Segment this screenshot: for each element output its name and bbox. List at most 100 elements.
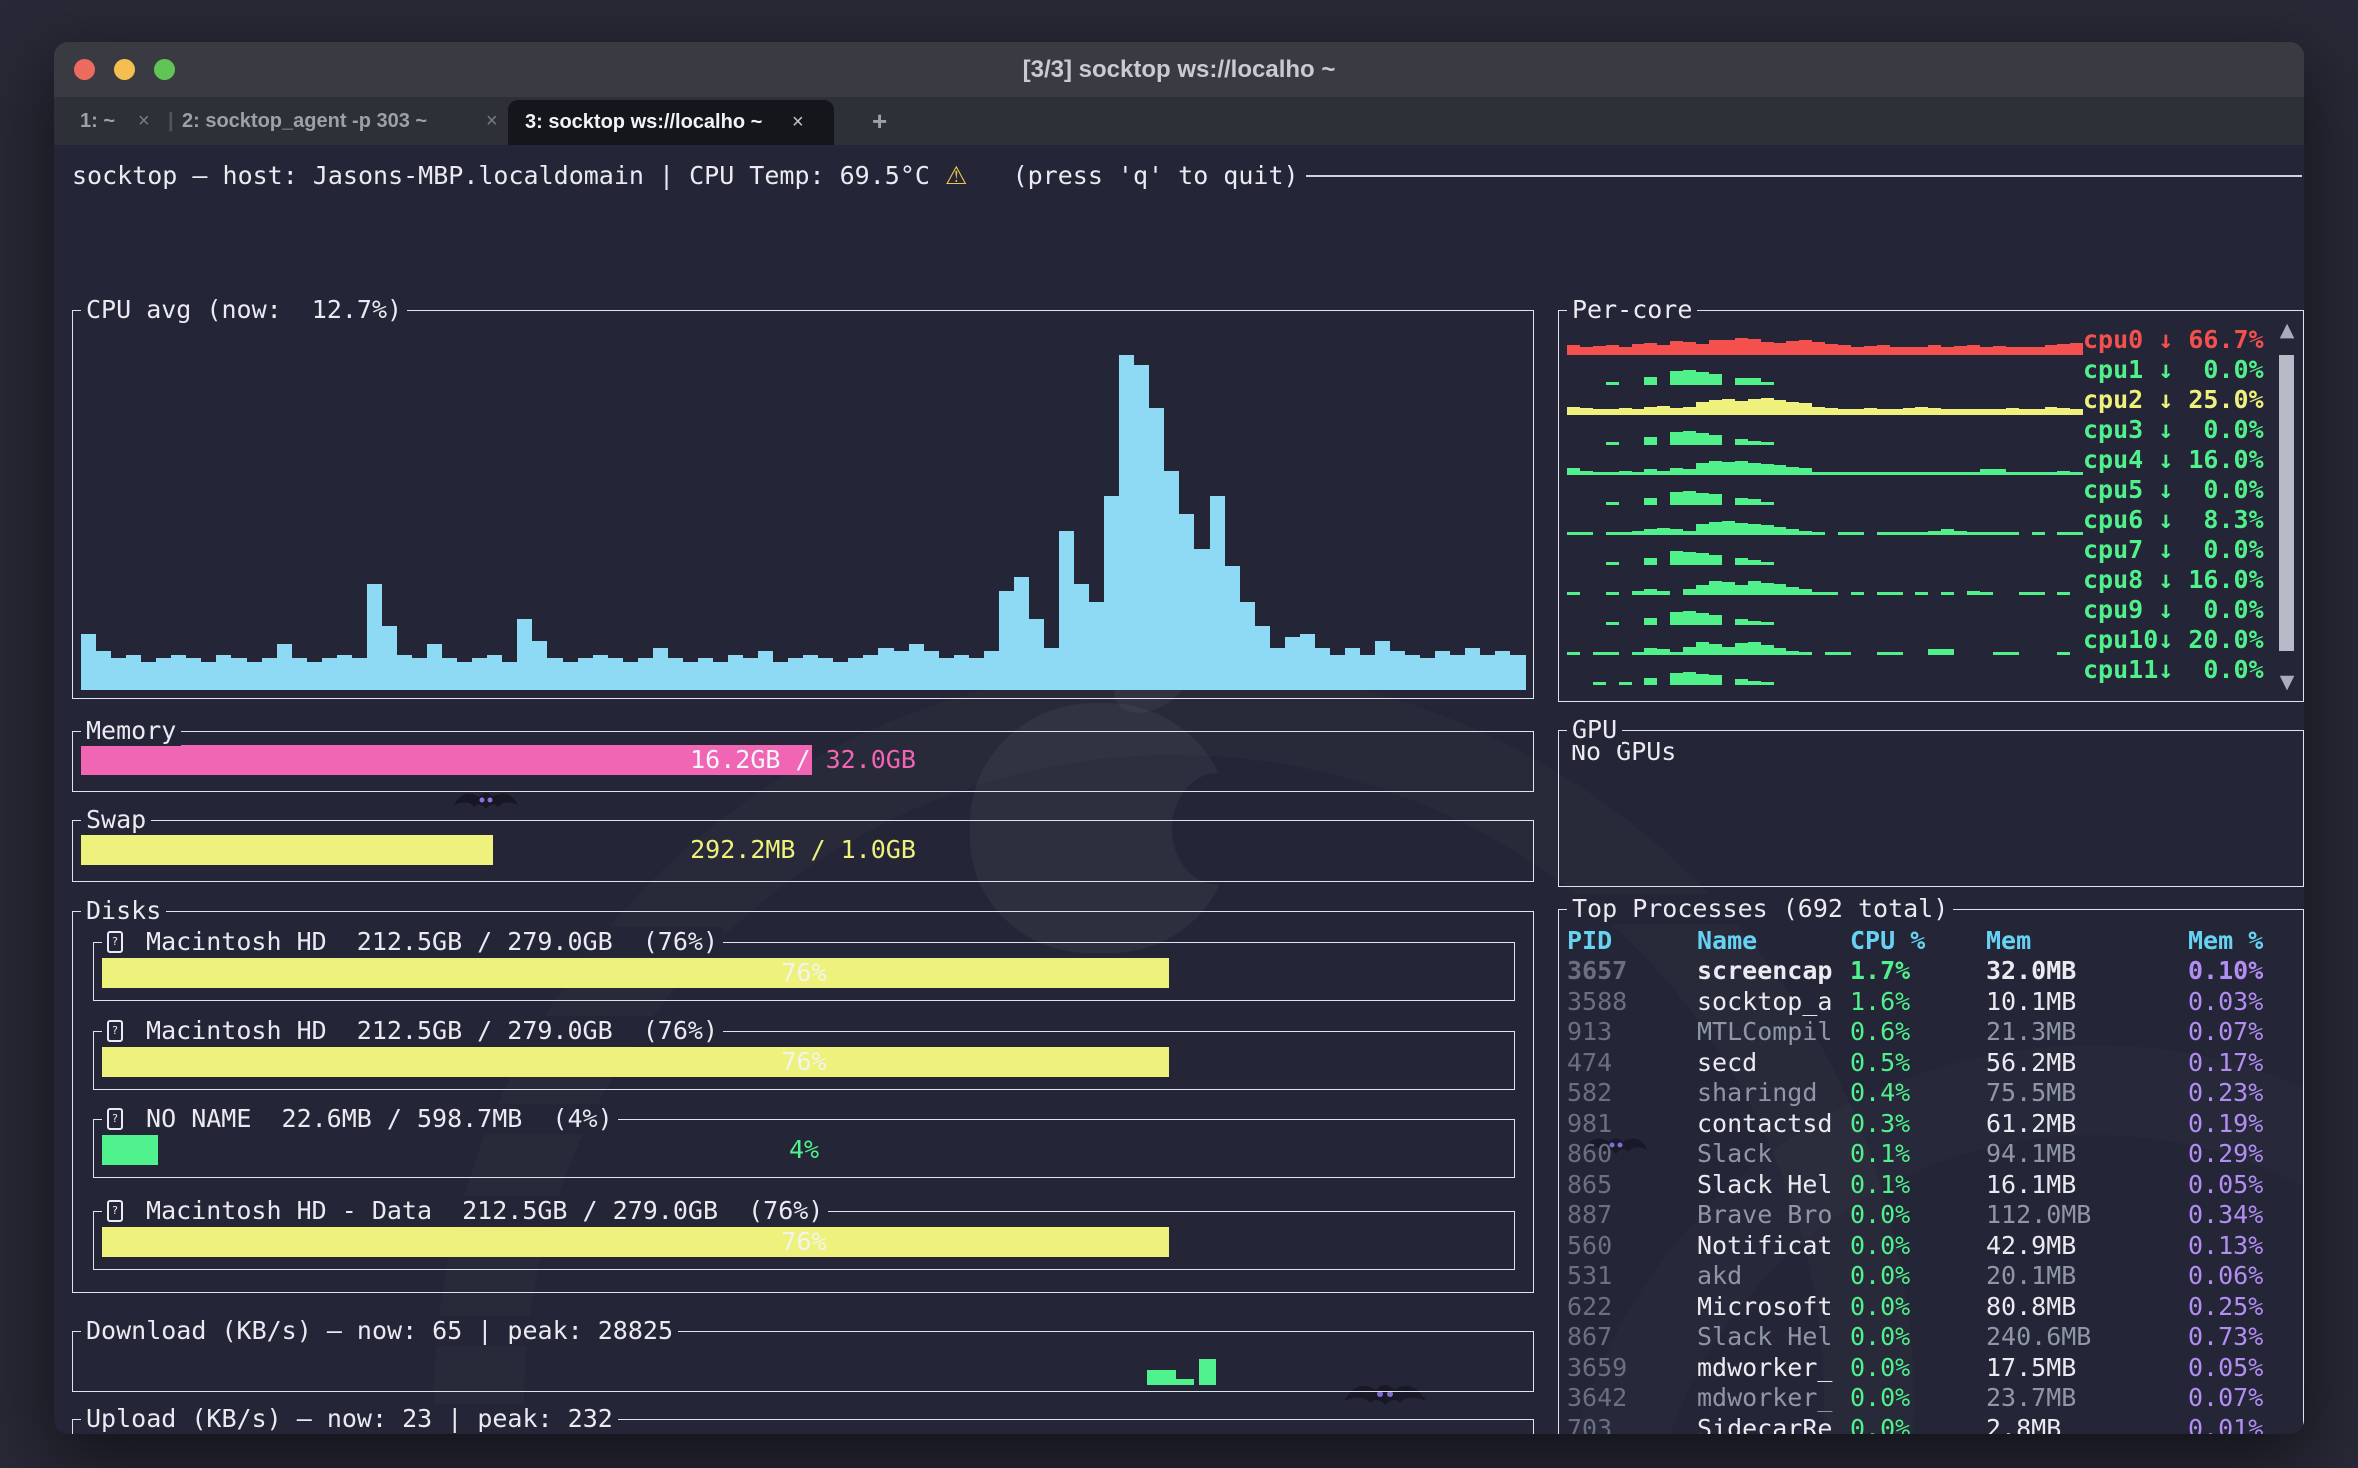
tab-3-active[interactable]: 3: socktop ws://localho ~ × xyxy=(508,100,834,145)
disk-usage-meter: 4% xyxy=(102,1135,1506,1165)
process-row[interactable]: 622Microsoft0.0%80.8MB0.25% xyxy=(1559,1292,2303,1323)
percore-panel: Per-core cpu0 ↓ 66.7%cpu1 ↓ 0.0%cpu2 ↓ 2… xyxy=(1558,310,2304,702)
disks-panel: Disks ? Macintosh HD 212.5GB / 279.0GB (… xyxy=(72,911,1534,1293)
percore-label: cpu8 ↓ 16.0% xyxy=(2083,565,2273,595)
disks-title: Disks xyxy=(81,896,166,926)
percore-label: cpu9 ↓ 0.0% xyxy=(2083,595,2273,625)
download-title: Download (KB/s) — now: 65 | peak: 28825 xyxy=(81,1316,678,1346)
tab-3-close-icon[interactable]: × xyxy=(792,100,804,145)
disk-usage-meter: 76% xyxy=(102,958,1506,988)
process-row[interactable]: 3659mdworker_0.0%17.5MB0.05% xyxy=(1559,1353,2303,1384)
download-panel: Download (KB/s) — now: 65 | peak: 28825 xyxy=(72,1331,1534,1392)
download-chart xyxy=(81,1352,1525,1385)
col-cpu: CPU % xyxy=(1850,926,1925,956)
process-row[interactable]: 703SidecarRe0.0%2.8MB0.01% xyxy=(1559,1414,2303,1435)
window-title: [3/3] socktop ws://localho ~ xyxy=(54,55,2304,85)
scroll-down-icon[interactable]: ▼ xyxy=(2277,671,2297,693)
tab-bar: 1: ~ × | 2: socktop_agent -p 303 ~ × 3: … xyxy=(54,97,2304,145)
percore-label: cpu4 ↓ 16.0% xyxy=(2083,445,2273,475)
col-mem: Mem xyxy=(1986,926,2031,956)
disk-usage-meter: 76% xyxy=(102,1047,1506,1077)
percore-label: cpu3 ↓ 0.0% xyxy=(2083,415,2273,445)
process-row[interactable]: 531akd0.0%20.1MB0.06% xyxy=(1559,1261,2303,1292)
process-row[interactable]: 560Notificat0.0%42.9MB0.13% xyxy=(1559,1231,2303,1262)
percore-label: cpu10↓ 20.0% xyxy=(2083,625,2273,655)
percore-row: cpu9 ↓ 0.0% xyxy=(1567,595,2273,625)
percore-rows: cpu0 ↓ 66.7%cpu1 ↓ 0.0%cpu2 ↓ 25.0%cpu3 … xyxy=(1567,325,2273,685)
disk-title: ? Macintosh HD 212.5GB / 279.0GB (76%) xyxy=(102,1016,723,1046)
tab-2[interactable]: 2: socktop_agent -p 303 ~ xyxy=(182,97,427,145)
disk-box: ? Macintosh HD 212.5GB / 279.0GB (76%)76… xyxy=(93,942,1515,1001)
titlebar: [3/3] socktop ws://localho ~ xyxy=(54,42,2304,97)
percore-label: cpu2 ↓ 25.0% xyxy=(2083,385,2273,415)
disk-icon: ? xyxy=(107,1200,123,1222)
terminal-content: socktop — host: Jasons-MBP.localdomain |… xyxy=(54,145,2304,1434)
disk-title: ? Macintosh HD - Data 212.5GB / 279.0GB … xyxy=(102,1196,828,1226)
upload-panel: Upload (KB/s) — now: 23 | peak: 232 xyxy=(72,1419,1534,1434)
percore-row: cpu11↓ 0.0% xyxy=(1567,655,2273,685)
col-memp: Mem % xyxy=(2188,926,2263,956)
status-header: socktop — host: Jasons-MBP.localdomain |… xyxy=(72,161,1299,191)
process-rows: 3657screencap1.7%32.0MB0.10%3588socktop_… xyxy=(1559,956,2303,1434)
percore-row: cpu1 ↓ 0.0% xyxy=(1567,355,2273,385)
disk-box: ? Macintosh HD - Data 212.5GB / 279.0GB … xyxy=(93,1211,1515,1270)
process-row[interactable]: 474secd0.5%56.2MB0.17% xyxy=(1559,1048,2303,1079)
process-row[interactable]: 582sharingd0.4%75.5MB0.23% xyxy=(1559,1078,2303,1109)
header-rule xyxy=(1306,175,2302,177)
disk-usage-label: 76% xyxy=(102,958,1506,988)
quit-hint: (press 'q' to quit) xyxy=(1013,161,1299,190)
tab-1-close-icon[interactable]: × xyxy=(138,97,150,145)
temp-warning-icon: ⚠ xyxy=(945,161,967,190)
process-row[interactable]: 3588socktop_a1.6%10.1MB0.03% xyxy=(1559,987,2303,1018)
disk-usage-label: 76% xyxy=(102,1227,1506,1257)
percore-label: cpu11↓ 0.0% xyxy=(2083,655,2273,685)
new-tab-button[interactable]: + xyxy=(872,97,887,145)
disk-box: ? Macintosh HD 212.5GB / 279.0GB (76%)76… xyxy=(93,1031,1515,1090)
cpu-avg-panel: CPU avg (now: 12.7%) xyxy=(72,310,1534,699)
tab-separator: | xyxy=(168,97,174,145)
percore-label: cpu5 ↓ 0.0% xyxy=(2083,475,2273,505)
col-name: Name xyxy=(1697,926,1757,956)
memory-meter: 16.2GB / 32.0GB xyxy=(81,745,1525,775)
scrollbar-thumb[interactable] xyxy=(2279,355,2294,651)
processes-title: Top Processes (692 total) xyxy=(1567,894,1953,924)
tab-2-close-icon[interactable]: × xyxy=(486,97,498,145)
percore-scrollbar[interactable]: ▲ ▼ xyxy=(2277,319,2297,693)
percore-row: cpu0 ↓ 66.7% xyxy=(1567,325,2273,355)
percore-label: cpu0 ↓ 66.7% xyxy=(2083,325,2273,355)
process-row[interactable]: 3642mdworker_0.0%23.7MB0.07% xyxy=(1559,1383,2303,1414)
memory-panel: Memory 16.2GB / 32.0GB xyxy=(72,731,1534,792)
memory-title: Memory xyxy=(81,716,181,746)
disk-icon: ? xyxy=(107,1108,123,1130)
screen: [3/3] socktop ws://localho ~ 1: ~ × | 2:… xyxy=(0,0,2358,1468)
disk-icon: ? xyxy=(107,931,123,953)
terminal-window: [3/3] socktop ws://localho ~ 1: ~ × | 2:… xyxy=(54,42,2304,1434)
process-row[interactable]: 865Slack Hel0.1%16.1MB0.05% xyxy=(1559,1170,2303,1201)
cpu-avg-title: CPU avg (now: 12.7%) xyxy=(81,295,407,325)
tab-3-label: 3: socktop ws://localho ~ xyxy=(525,100,762,145)
percore-title: Per-core xyxy=(1567,295,1697,325)
process-row[interactable]: 913MTLCompil0.6%21.3MB0.07% xyxy=(1559,1017,2303,1048)
scroll-up-icon[interactable]: ▲ xyxy=(2277,319,2297,341)
percore-row: cpu3 ↓ 0.0% xyxy=(1567,415,2273,445)
swap-panel: Swap 292.2MB / 1.0GB xyxy=(72,820,1534,882)
gpu-panel: GPU No GPUs xyxy=(1558,730,2304,887)
disk-icon: ? xyxy=(107,1020,123,1042)
process-row[interactable]: 3657screencap1.7%32.0MB0.10% xyxy=(1559,956,2303,987)
process-row[interactable]: 981contactsd0.3%61.2MB0.19% xyxy=(1559,1109,2303,1140)
disk-usage-label: 4% xyxy=(102,1135,1506,1165)
process-row[interactable]: 860Slack0.1%94.1MB0.29% xyxy=(1559,1139,2303,1170)
process-row[interactable]: 887Brave Bro0.0%112.0MB0.34% xyxy=(1559,1200,2303,1231)
percore-label: cpu6 ↓ 8.3% xyxy=(2083,505,2273,535)
percore-label: cpu7 ↓ 0.0% xyxy=(2083,535,2273,565)
swap-meter: 292.2MB / 1.0GB xyxy=(81,835,1525,865)
gpu-title: GPU xyxy=(1567,715,1622,745)
process-row[interactable]: 867Slack Hel0.0%240.6MB0.73% xyxy=(1559,1322,2303,1353)
percore-row: cpu7 ↓ 0.0% xyxy=(1567,535,2273,565)
swap-label: 292.2MB / 1.0GB xyxy=(81,835,1525,865)
disk-title: ? Macintosh HD 212.5GB / 279.0GB (76%) xyxy=(102,927,723,957)
host-info: socktop — host: Jasons-MBP.localdomain |… xyxy=(72,161,930,190)
tab-1[interactable]: 1: ~ xyxy=(80,97,115,145)
percore-label: cpu1 ↓ 0.0% xyxy=(2083,355,2273,385)
percore-row: cpu6 ↓ 8.3% xyxy=(1567,505,2273,535)
